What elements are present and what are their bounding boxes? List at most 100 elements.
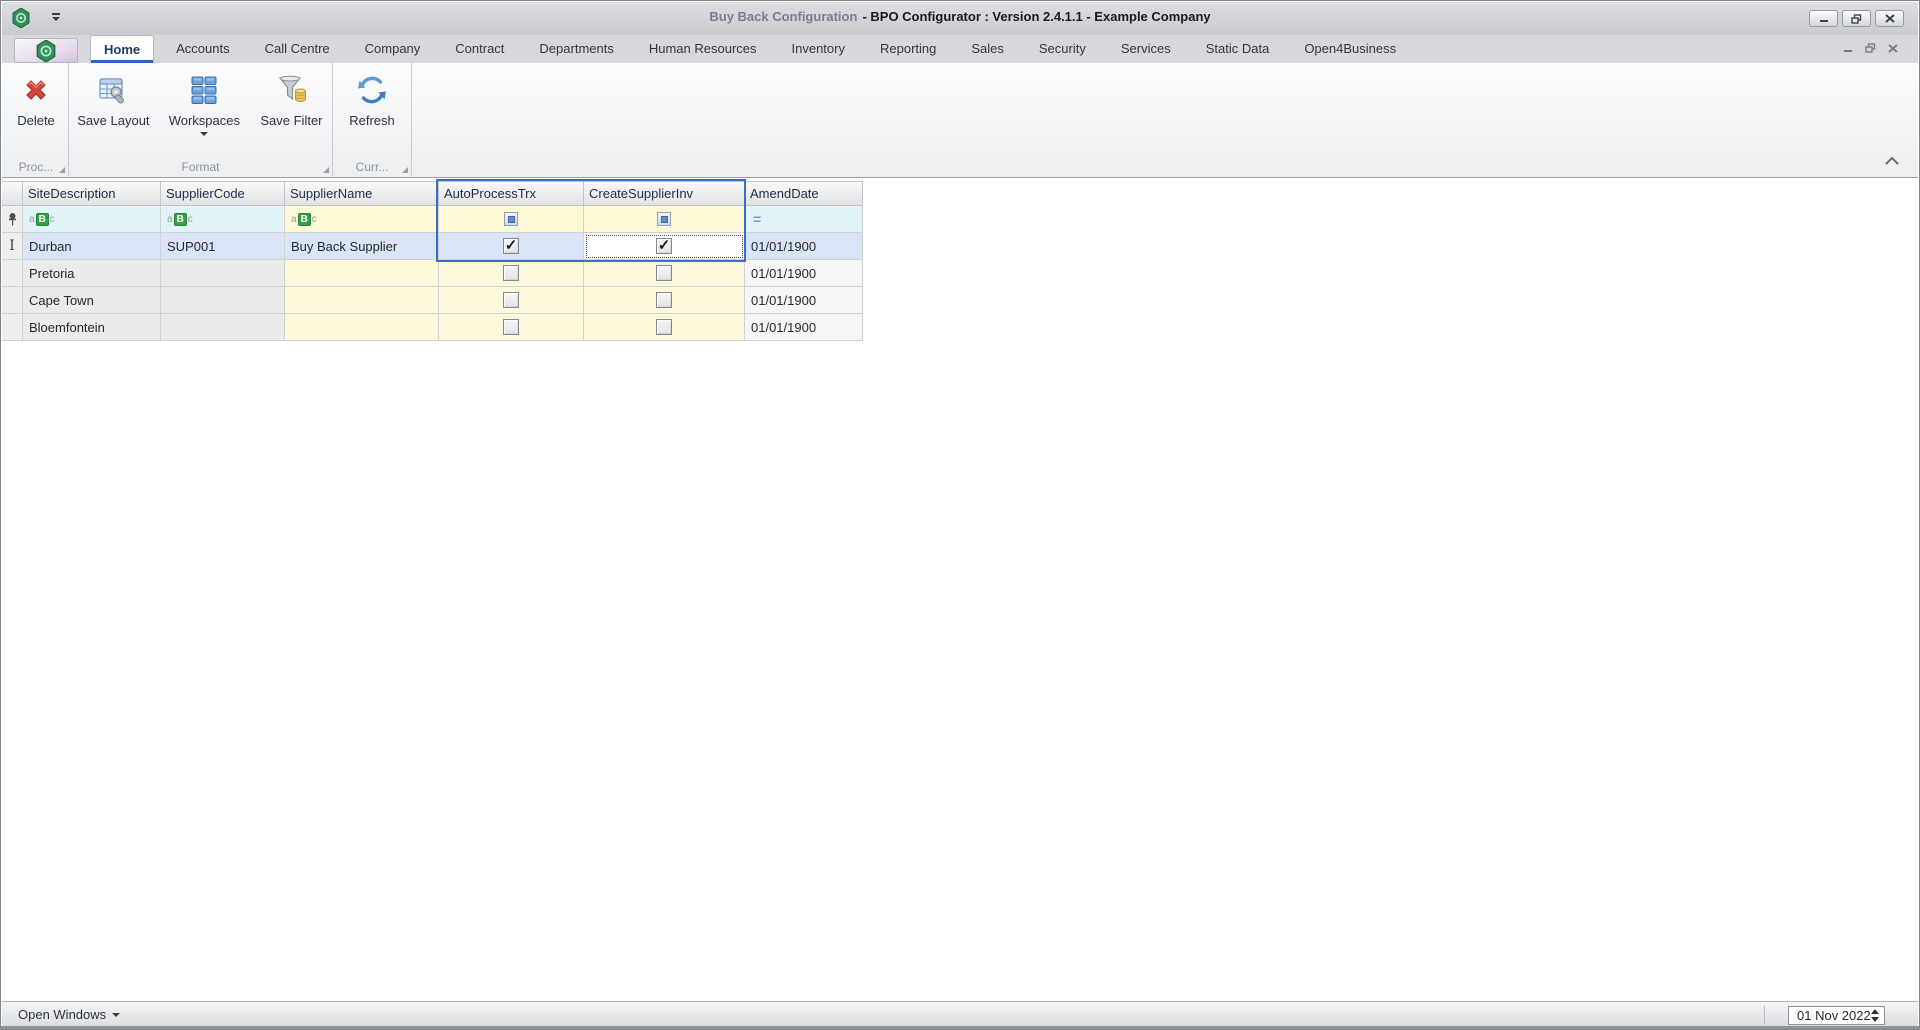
save-filter-button[interactable]: Save Filter	[251, 69, 332, 136]
cell-suppliercode[interactable]	[161, 314, 285, 341]
checkbox[interactable]: ✓	[656, 265, 672, 281]
checkbox[interactable]: ✓	[503, 292, 519, 308]
ribbon-tabs: Home Accounts Call Centre Company Contra…	[90, 35, 1418, 63]
dialog-launcher-icon[interactable]	[59, 167, 65, 173]
refresh-arrows-icon	[355, 71, 389, 109]
ribbon-group-format: Save Layout Workspaces Save Filter Forma…	[69, 63, 333, 176]
application-menu-button[interactable]	[14, 38, 78, 63]
tab-security[interactable]: Security	[1026, 35, 1099, 63]
cell-amenddate[interactable]: 01/01/1900	[745, 287, 863, 314]
filter-createsupplierinv[interactable]	[584, 206, 745, 233]
checkbox[interactable]: ✓	[656, 319, 672, 335]
cell-autoprocesstrx[interactable]: ✓	[439, 233, 584, 260]
tab-contract[interactable]: Contract	[442, 35, 517, 63]
filter-sitedescription[interactable]: aBc	[23, 206, 161, 233]
row-indicator[interactable]	[2, 287, 23, 314]
cell-createsupplierinv-focused[interactable]: ✓	[584, 233, 745, 260]
tab-reporting[interactable]: Reporting	[867, 35, 949, 63]
cell-suppliername[interactable]	[285, 314, 439, 341]
statusbar-separator	[1764, 1006, 1765, 1024]
cell-sitedescription[interactable]: Pretoria	[23, 260, 161, 287]
tab-departments[interactable]: Departments	[526, 35, 626, 63]
cell-suppliername[interactable]: Buy Back Supplier	[285, 233, 439, 260]
table-row: Cape Town ✓ ✓ 01/01/1900	[2, 287, 863, 314]
delete-button[interactable]: Delete	[17, 69, 55, 128]
tab-company[interactable]: Company	[352, 35, 434, 63]
table-wrench-icon	[96, 71, 130, 109]
save-filter-button-label: Save Filter	[260, 113, 323, 128]
cell-suppliername[interactable]	[285, 287, 439, 314]
cell-sitedescription[interactable]: Bloemfontein	[23, 314, 161, 341]
table-row: Bloemfontein ✓ ✓ 01/01/1900	[2, 314, 863, 341]
tab-call-centre[interactable]: Call Centre	[252, 35, 343, 63]
column-header-suppliername[interactable]: SupplierName	[285, 181, 439, 206]
column-header-autoprocesstrx[interactable]: AutoProcessTrx	[439, 181, 584, 206]
filter-suppliername[interactable]: aBc	[285, 206, 439, 233]
tab-services[interactable]: Services	[1108, 35, 1184, 63]
row-indicator[interactable]: I	[2, 233, 23, 260]
tab-inventory[interactable]: Inventory	[779, 35, 858, 63]
tab-human-resources[interactable]: Human Resources	[636, 35, 770, 63]
cell-autoprocesstrx[interactable]: ✓	[439, 260, 584, 287]
dialog-launcher-icon[interactable]	[402, 167, 408, 173]
refresh-button[interactable]: Refresh	[349, 69, 395, 128]
minimize-button[interactable]	[1809, 10, 1838, 27]
ribbon-restore-icon[interactable]	[1865, 43, 1876, 53]
checkbox-filter-icon	[504, 212, 518, 226]
column-header-suppliercode[interactable]: SupplierCode	[161, 181, 285, 206]
cell-suppliercode[interactable]	[161, 287, 285, 314]
tab-accounts[interactable]: Accounts	[163, 35, 242, 63]
column-header-sitedescription[interactable]: SiteDescription	[23, 181, 161, 206]
column-header-amenddate[interactable]: AmendDate	[745, 181, 863, 206]
funnel-database-icon	[274, 71, 308, 109]
date-value: 01 Nov 2022	[1797, 1008, 1871, 1023]
collapse-ribbon-button[interactable]	[1884, 154, 1900, 169]
tab-sales[interactable]: Sales	[958, 35, 1017, 63]
cell-sitedescription[interactable]: Cape Town	[23, 287, 161, 314]
quick-access-toolbar-dropdown-icon[interactable]	[50, 13, 62, 23]
cell-amenddate[interactable]: 01/01/1900	[745, 260, 863, 287]
checkmark-icon: ✓	[504, 236, 518, 254]
save-layout-button[interactable]: Save Layout	[69, 69, 158, 136]
ribbon-close-icon[interactable]	[1888, 43, 1898, 53]
row-indicator[interactable]	[2, 260, 23, 287]
table-row: Pretoria ✓ ✓ 01/01/1900	[2, 260, 863, 287]
date-spinner[interactable]: 01 Nov 2022	[1788, 1006, 1885, 1025]
cell-sitedescription[interactable]: Durban	[23, 233, 161, 260]
cell-createsupplierinv[interactable]: ✓	[584, 260, 745, 287]
checkbox[interactable]: ✓	[656, 292, 672, 308]
tab-open4business[interactable]: Open4Business	[1291, 35, 1409, 63]
cell-autoprocesstrx[interactable]: ✓	[439, 287, 584, 314]
checkbox[interactable]: ✓	[503, 238, 519, 254]
data-grid: SiteDescription SupplierCode SupplierNam…	[2, 181, 863, 341]
workspaces-button[interactable]: Workspaces	[164, 69, 245, 136]
cell-createsupplierinv[interactable]: ✓	[584, 314, 745, 341]
restore-button[interactable]	[1842, 10, 1871, 27]
tab-home[interactable]: Home	[90, 35, 155, 63]
spin-up-button[interactable]	[1871, 1009, 1879, 1014]
cell-autoprocesstrx[interactable]: ✓	[439, 314, 584, 341]
grid-filter-row: aBc aBc aBc =	[2, 206, 863, 233]
checkbox[interactable]: ✓	[656, 238, 672, 254]
tab-static-data[interactable]: Static Data	[1193, 35, 1283, 63]
cell-suppliername[interactable]	[285, 260, 439, 287]
app-logo-icon	[12, 8, 30, 28]
checkbox[interactable]: ✓	[503, 265, 519, 281]
cell-suppliercode[interactable]: SUP001	[161, 233, 285, 260]
checkbox[interactable]: ✓	[503, 319, 519, 335]
open-windows-dropdown[interactable]: Open Windows	[18, 1007, 121, 1022]
spin-down-button[interactable]	[1871, 1017, 1879, 1022]
filter-amenddate[interactable]: =	[745, 206, 863, 233]
ribbon-minimize-icon[interactable]	[1843, 44, 1853, 53]
cell-createsupplierinv[interactable]: ✓	[584, 287, 745, 314]
spinner-buttons	[1871, 1009, 1884, 1022]
cell-suppliercode[interactable]	[161, 260, 285, 287]
row-indicator[interactable]	[2, 314, 23, 341]
column-header-createsupplierinv[interactable]: CreateSupplierInv	[584, 181, 745, 206]
close-button[interactable]	[1875, 10, 1904, 27]
filter-autoprocesstrx[interactable]	[439, 206, 584, 233]
filter-suppliercode[interactable]: aBc	[161, 206, 285, 233]
cell-amenddate[interactable]: 01/01/1900	[745, 233, 863, 260]
cell-amenddate[interactable]: 01/01/1900	[745, 314, 863, 341]
dialog-launcher-icon[interactable]	[323, 167, 329, 173]
